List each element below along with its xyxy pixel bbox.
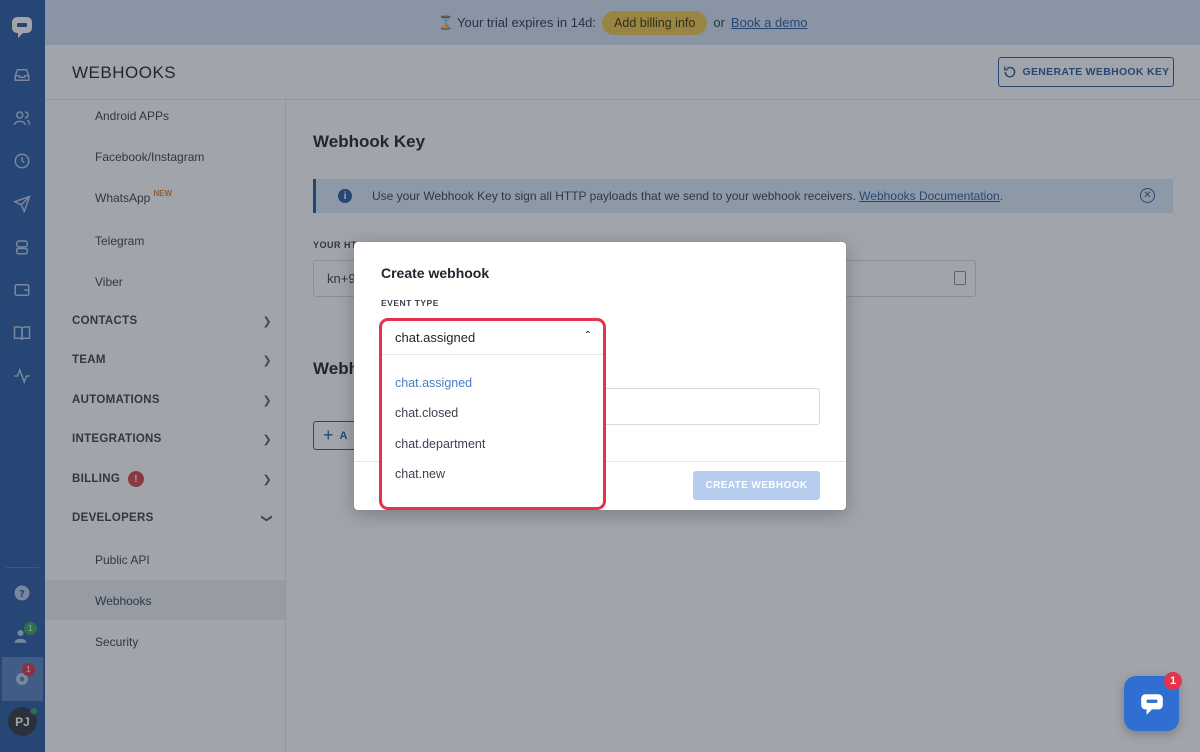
chevron-up-icon: ⌃ [583, 330, 592, 341]
webhook-url-input[interactable] [603, 388, 820, 425]
event-type-label: EVENT TYPE [381, 298, 439, 308]
option-chat-closed[interactable]: chat.closed [395, 406, 458, 420]
event-type-select[interactable]: chat.assigned ⌃ [381, 320, 606, 355]
option-chat-assigned[interactable]: chat.assigned [395, 376, 472, 390]
option-chat-new[interactable]: chat.new [395, 467, 445, 481]
selected-event: chat.assigned [395, 329, 476, 345]
chat-bubble-icon [1140, 693, 1163, 715]
create-webhook-modal: Create webhook EVENT TYPE CREATE WEBHOOK… [354, 242, 846, 510]
chat-unread-badge: 1 [1164, 672, 1182, 690]
modal-title: Create webhook [381, 265, 490, 281]
event-type-dropdown: chat.assigned chat.closed chat.departmen… [381, 358, 606, 503]
create-webhook-button[interactable]: CREATE WEBHOOK [693, 471, 820, 500]
option-chat-department[interactable]: chat.department [395, 437, 485, 451]
